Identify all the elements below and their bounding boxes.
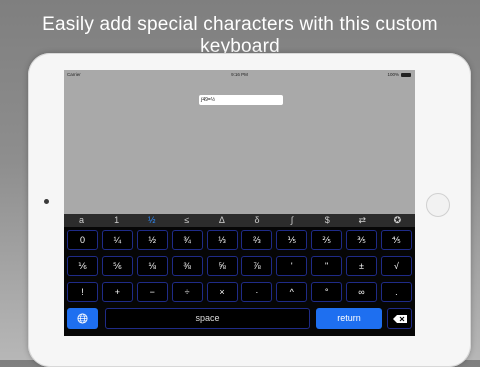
key-row-1: 0¼½¾⅓⅔⅕⅖⅗⅘	[67, 230, 412, 250]
category-tab[interactable]: 1	[99, 214, 134, 227]
char-key[interactable]: 0	[67, 230, 98, 250]
char-key[interactable]: ^	[276, 282, 308, 302]
char-key[interactable]: ⅓	[206, 230, 238, 250]
char-key[interactable]: ⅔	[241, 230, 273, 250]
char-key[interactable]: −	[136, 282, 168, 302]
char-key[interactable]: ⅜	[171, 256, 203, 276]
char-key[interactable]: ⅞	[241, 256, 273, 276]
char-key[interactable]: ⅖	[311, 230, 343, 250]
char-key[interactable]: ⅘	[380, 230, 412, 250]
delete-key[interactable]	[387, 308, 412, 329]
char-key[interactable]: ×	[206, 282, 238, 302]
space-key[interactable]: space	[105, 308, 310, 329]
category-tab[interactable]: a	[64, 214, 99, 227]
char-key[interactable]: ÷	[171, 282, 203, 302]
return-key[interactable]: return	[316, 308, 382, 329]
category-tab[interactable]: ≤	[169, 214, 204, 227]
char-key[interactable]: ⅛	[136, 256, 168, 276]
char-key[interactable]: '	[276, 256, 308, 276]
char-key[interactable]: ¼	[101, 230, 133, 250]
char-key[interactable]: ½	[136, 230, 168, 250]
category-tab[interactable]: ✪	[380, 214, 415, 227]
category-tab[interactable]: Δ	[204, 214, 239, 227]
status-bar: Carrier 9:16 PM 100%	[64, 70, 415, 79]
char-key[interactable]: "	[311, 256, 343, 276]
category-tab[interactable]: $	[310, 214, 345, 227]
category-tab[interactable]: ½	[134, 214, 169, 227]
headline: Easily add special characters with this …	[42, 14, 438, 57]
char-key[interactable]: ·	[241, 282, 273, 302]
char-key[interactable]: ±	[346, 256, 377, 276]
key-row-2: ⅙ ⅚ ⅛ ⅜ ⅝ ⅞ ' " ± √	[67, 256, 412, 276]
text-input[interactable]: ∫49=½	[199, 95, 283, 105]
battery-percent: 100%	[387, 72, 399, 77]
device-screen: Carrier 9:16 PM 100% ∫49=½ a 1 ½ ≤ Δδ ∫ $ ⇄ ✪ 0¼…	[64, 70, 415, 336]
battery-indicator: 100%	[387, 70, 411, 79]
home-button[interactable]	[426, 193, 450, 217]
char-key[interactable]: ∞	[346, 282, 377, 302]
backspace-icon	[392, 314, 407, 323]
char-key[interactable]: ⅗	[346, 230, 377, 250]
globe-key[interactable]	[67, 308, 98, 329]
globe-icon	[77, 313, 88, 324]
char-key[interactable]: !	[67, 282, 98, 302]
clock: 9:16 PM	[231, 72, 248, 77]
category-tab[interactable]: δ	[239, 214, 274, 227]
battery-icon	[401, 72, 411, 77]
category-bar: a 1 ½ ≤ Δδ ∫ $ ⇄ ✪	[64, 214, 415, 227]
category-tab[interactable]: ⇄	[345, 214, 380, 227]
char-key[interactable]: ¾	[171, 230, 203, 250]
char-key[interactable]: .	[380, 282, 412, 302]
camera-icon	[44, 199, 49, 204]
char-key[interactable]: °	[311, 282, 343, 302]
char-key[interactable]: √	[380, 256, 412, 276]
category-tab[interactable]: ∫	[275, 214, 310, 227]
key-row-3: ! + − ÷ × · ^ ° ∞.	[67, 282, 412, 302]
char-key[interactable]: ⅚	[101, 256, 133, 276]
custom-keyboard: a 1 ½ ≤ Δδ ∫ $ ⇄ ✪ 0¼½¾⅓⅔⅕⅖⅗⅘ ⅙ ⅚ ⅛ ⅜ ⅝ ⅞ ' " ± √ ! + − ÷ × · ^…	[64, 214, 415, 336]
char-key[interactable]: ⅝	[206, 256, 238, 276]
char-key[interactable]: +	[101, 282, 133, 302]
key-row-bottom: space return	[67, 308, 412, 329]
char-key[interactable]: ⅕	[276, 230, 308, 250]
char-key[interactable]: ⅙	[67, 256, 98, 276]
